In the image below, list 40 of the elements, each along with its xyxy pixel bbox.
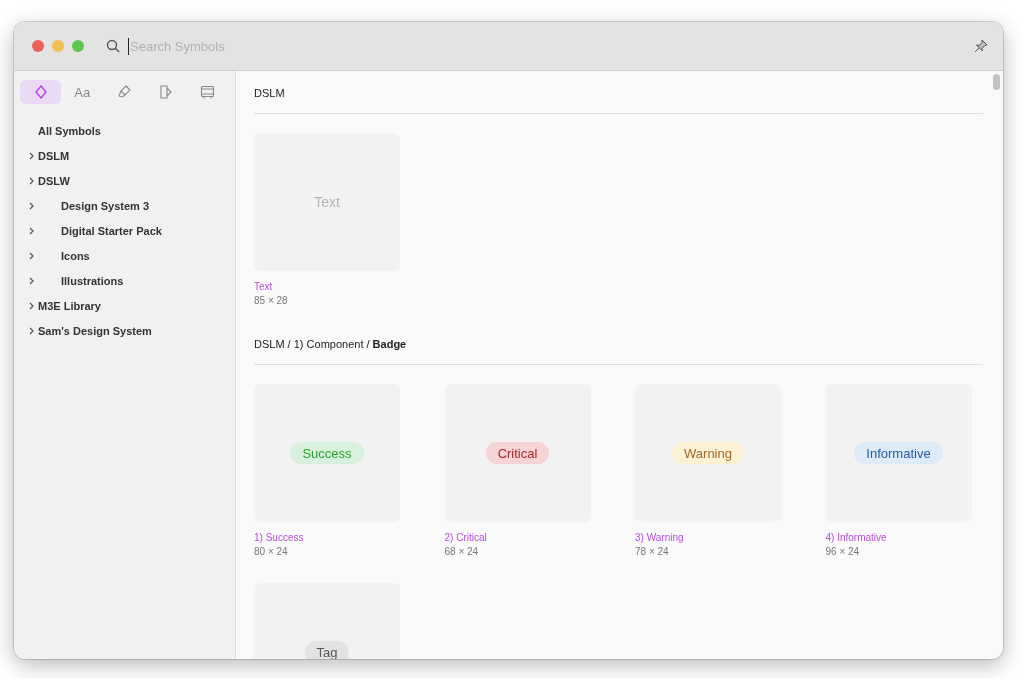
close-button[interactable] bbox=[32, 40, 44, 52]
symbol-size: 85 × 28 bbox=[254, 295, 289, 306]
tree-item[interactable]: Design System 3 bbox=[61, 199, 150, 212]
section-title: DSLM / 1) Component / Badge bbox=[254, 322, 983, 365]
symbol-size: 96 × 24 bbox=[825, 546, 861, 557]
search-icon bbox=[106, 39, 120, 53]
section-title: DSLM bbox=[254, 71, 983, 114]
layer-icon bbox=[158, 85, 173, 99]
frame-icon bbox=[200, 85, 216, 99]
scrollbar[interactable] bbox=[993, 74, 1000, 90]
badge: Warning bbox=[672, 442, 744, 464]
sidebar-tab[interactable] bbox=[20, 80, 61, 104]
tree-item[interactable]: All Symbols bbox=[38, 124, 101, 137]
brush-icon bbox=[117, 85, 132, 99]
symbol-name: 4) Informative bbox=[825, 532, 888, 543]
tree-item[interactable]: DSLW bbox=[38, 174, 70, 187]
badge: Informative bbox=[854, 442, 943, 464]
symbol-preview[interactable]: Warning bbox=[635, 384, 781, 522]
symbol-size: 68 × 24 bbox=[444, 546, 480, 557]
tree-item[interactable]: DSLM bbox=[38, 149, 70, 162]
pin-icon[interactable] bbox=[973, 38, 989, 54]
tree-item[interactable]: M3E Library bbox=[38, 299, 101, 312]
symbol-name: 2) Critical bbox=[444, 532, 488, 543]
symbol-size: 80 × 24 bbox=[254, 546, 289, 557]
diamond-icon bbox=[34, 85, 47, 99]
symbol-preview[interactable]: Informative bbox=[825, 384, 972, 522]
symbol-size: 78 × 24 bbox=[635, 546, 670, 557]
symbol-name: 1) Success bbox=[254, 532, 305, 543]
symbol-preview[interactable]: Critical bbox=[444, 384, 591, 522]
preview-text: Text bbox=[314, 194, 340, 210]
tree-item[interactable]: Digital Starter Pack bbox=[61, 224, 162, 237]
tree-item[interactable]: Icons bbox=[61, 249, 90, 262]
badge: Tag bbox=[304, 641, 350, 659]
tree-item[interactable]: Sam's Design System bbox=[38, 324, 152, 337]
symbol-name: 3) Warning bbox=[635, 532, 685, 543]
symbol-preview[interactable]: Tag bbox=[254, 583, 400, 659]
symbol-name: Text bbox=[254, 281, 274, 292]
tree-item[interactable]: Illustrations bbox=[61, 274, 124, 287]
badge: Success bbox=[290, 442, 364, 464]
badge: Critical bbox=[485, 442, 550, 464]
